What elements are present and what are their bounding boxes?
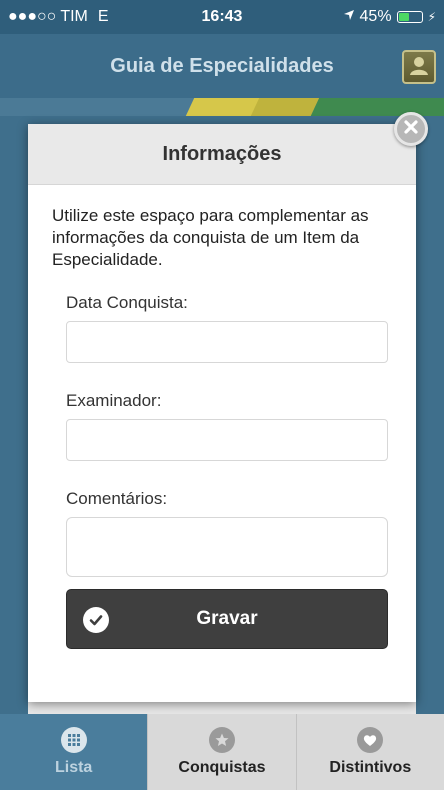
grid-icon	[60, 727, 87, 753]
comments-textarea[interactable]	[66, 517, 388, 577]
user-icon	[408, 54, 430, 81]
app-header: Guia de Especialidades	[0, 34, 444, 98]
tab-label-distintivos: Distintivos	[329, 759, 412, 776]
comments-label: Comentários:	[66, 489, 168, 508]
status-left: ●●●○○ TIM E	[8, 8, 158, 26]
close-button[interactable]	[394, 112, 428, 146]
signal-icon: ●●●○○	[8, 8, 57, 25]
date-label: Data Conquista:	[66, 293, 188, 312]
charging-icon: ⚡	[427, 10, 436, 24]
heart-icon	[357, 727, 384, 753]
location-arrow-icon	[343, 8, 355, 26]
status-bar: ●●●○○ TIM E 16:43 45% ⚡	[0, 0, 444, 34]
strip-yellow-dark	[250, 98, 320, 116]
strip-green	[310, 98, 444, 116]
network-type: E	[97, 8, 109, 25]
tab-label-lista: Lista	[54, 759, 93, 776]
star-icon	[208, 727, 235, 753]
status-right: 45% ⚡	[286, 8, 436, 26]
tab-label-conquistas: Conquistas	[178, 759, 266, 776]
battery-icon	[396, 11, 423, 23]
tab-distintivos[interactable]: Distintivos	[295, 714, 444, 790]
dialog-body: Utilize este espaço para complementar as…	[28, 185, 416, 649]
carrier-name: TIM	[60, 8, 88, 25]
examiner-input[interactable]	[66, 419, 388, 461]
save-button[interactable]: Gravar	[66, 589, 388, 649]
dialog-header: Informações	[28, 124, 416, 185]
check-icon	[83, 607, 109, 633]
save-button-label: Gravar	[196, 608, 258, 629]
app-title: Guia de Especialidades	[110, 54, 334, 77]
status-time: 16:43	[201, 8, 243, 25]
tab-conquistas[interactable]: Conquistas	[147, 714, 296, 790]
profile-button[interactable]	[402, 50, 436, 84]
examiner-label: Examinador:	[66, 391, 162, 410]
tab-lista[interactable]: Lista	[0, 714, 148, 790]
battery-fill	[398, 13, 410, 21]
dialog-title: Informações	[162, 142, 282, 165]
close-icon	[403, 119, 419, 140]
decorative-strip	[0, 98, 444, 116]
info-dialog: Informações Utilize este espaço para com…	[28, 112, 428, 702]
tab-bar: Lista Conquistas Distintivos	[0, 714, 444, 790]
battery-percent: 45%	[359, 8, 392, 25]
date-input[interactable]	[66, 321, 388, 363]
intro-text: Utilize este espaço para complementar as…	[52, 206, 369, 269]
